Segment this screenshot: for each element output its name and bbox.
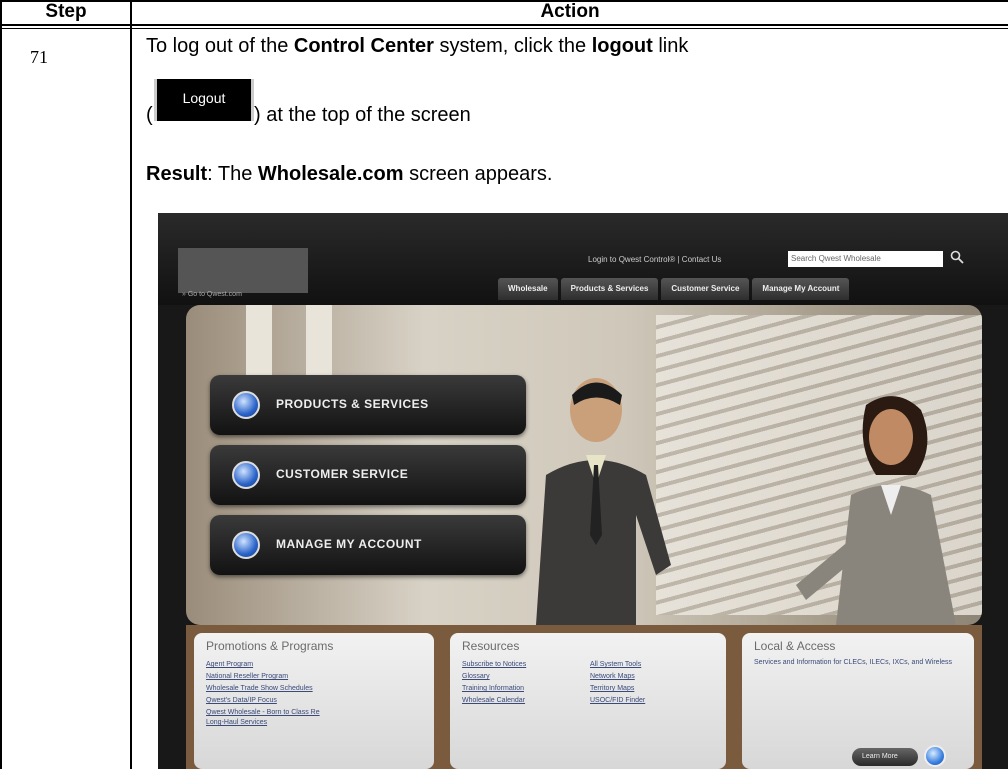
tab-products-services[interactable]: Products & Services <box>560 278 659 300</box>
top-links[interactable]: Login to Qwest Control® | Contact Us <box>588 255 721 264</box>
products-icon <box>232 391 260 419</box>
local-access-panel: Local & Access Services and Information … <box>742 633 974 769</box>
instruction-line-2: ) at the top of the screen <box>254 104 471 126</box>
local-access-text: Services and Information for CLECs, ILEC… <box>754 659 953 666</box>
manage-account-label: MANAGE MY ACCOUNT <box>276 537 422 551</box>
promo-link[interactable]: Qwest Wholesale - Born to Class Re <box>206 709 320 716</box>
hero-man-illustration <box>536 378 671 625</box>
promo-link[interactable]: Long-Haul Services <box>206 719 267 726</box>
products-services-button[interactable]: PRODUCTS & SERVICES <box>210 375 526 435</box>
logout-button[interactable]: Logout <box>154 79 254 121</box>
resource-link[interactable]: Territory Maps <box>590 685 634 692</box>
table-header-divider <box>0 24 1008 26</box>
promotions-panel: Promotions & Programs Agent Program Nati… <box>194 633 434 769</box>
result-text: : The <box>207 163 258 185</box>
resource-link[interactable]: Training Information <box>462 685 524 692</box>
manage-account-button[interactable]: MANAGE MY ACCOUNT <box>210 515 526 575</box>
nav-tabs: Wholesale Products & Services Customer S… <box>498 278 850 300</box>
local-access-title: Local & Access <box>754 639 836 653</box>
header-step: Step <box>45 1 87 22</box>
customer-service-icon <box>232 461 260 489</box>
step-number: 71 <box>30 47 48 67</box>
instruction-text: system, click the <box>433 35 592 57</box>
learn-more-button[interactable]: Learn More <box>852 748 918 766</box>
resource-link[interactable]: All System Tools <box>590 661 641 668</box>
tab-manage-my-account[interactable]: Manage My Account <box>752 278 850 300</box>
tab-wholesale[interactable]: Wholesale <box>498 278 558 300</box>
result-label: Result <box>146 163 208 185</box>
learn-more-icon[interactable] <box>924 745 946 767</box>
header-action: Action <box>540 1 600 22</box>
hero-banner: PRODUCTS & SERVICES CUSTOMER SERVICE MAN… <box>186 305 982 625</box>
promo-link[interactable]: Agent Program <box>206 661 253 668</box>
instruction-line-1: To log out of the Control Center system,… <box>146 35 688 58</box>
resource-link[interactable]: Network Maps <box>590 673 635 680</box>
wholesale-text: Wholesale.com <box>257 163 404 185</box>
promotions-title: Promotions & Programs <box>206 639 334 653</box>
products-services-label: PRODUCTS & SERVICES <box>276 397 429 411</box>
customer-service-label: CUSTOMER SERVICE <box>276 467 409 481</box>
logout-text: logout <box>591 35 653 57</box>
hero-woman-illustration <box>796 396 956 625</box>
bottom-panels: Promotions & Programs Agent Program Nati… <box>186 625 982 769</box>
resources-title: Resources <box>462 639 520 653</box>
promo-link[interactable]: Qwest's Data/IP Focus <box>206 697 277 704</box>
goto-qwest-link[interactable]: » Go to Qwest.com <box>182 291 242 298</box>
promo-link[interactable]: National Reseller Program <box>206 673 288 680</box>
table-header-divider-bottom <box>0 28 1008 29</box>
site-header: » Go to Qwest.com Login to Qwest Control… <box>158 213 1008 305</box>
table-border-left <box>0 0 2 769</box>
resource-link[interactable]: USOC/FID Finder <box>590 697 645 704</box>
tab-customer-service[interactable]: Customer Service <box>661 278 750 300</box>
resource-link[interactable]: Glossary <box>462 673 490 680</box>
logo-placeholder <box>178 248 308 293</box>
resource-link[interactable]: Subscribe to Notices <box>462 661 526 668</box>
table-column-divider <box>130 0 132 769</box>
control-center-text: Control Center <box>293 35 434 57</box>
instruction-text: To log out of the <box>146 35 294 57</box>
result-text: screen appears. <box>403 163 553 185</box>
search-icon[interactable] <box>950 250 964 264</box>
promo-link[interactable]: Wholesale Trade Show Schedules <box>206 685 313 692</box>
wholesale-screenshot: » Go to Qwest.com Login to Qwest Control… <box>158 213 1008 769</box>
resource-link[interactable]: Wholesale Calendar <box>462 697 525 704</box>
resources-panel: Resources Subscribe to Notices Glossary … <box>450 633 726 769</box>
customer-service-button[interactable]: CUSTOMER SERVICE <box>210 445 526 505</box>
paren-open: ( <box>146 104 153 126</box>
search-input[interactable]: Search Qwest Wholesale <box>788 251 943 267</box>
result-line: Result: The Wholesale.com screen appears… <box>146 163 553 186</box>
account-icon <box>232 531 260 559</box>
instruction-text: link <box>652 35 689 57</box>
